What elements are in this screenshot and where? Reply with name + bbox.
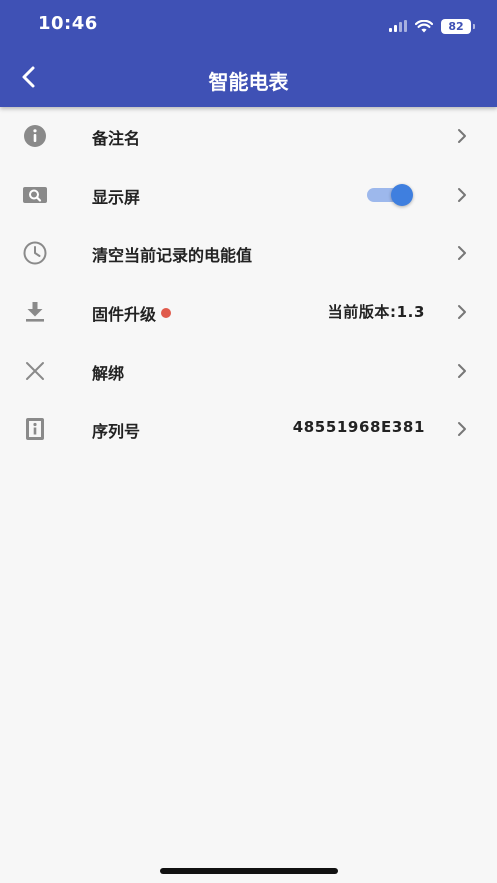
info-icon: [24, 125, 46, 147]
row-serial-number[interactable]: 序列号 48551968E381: [0, 400, 497, 459]
download-icon: [26, 302, 44, 322]
chevron-right-icon: [458, 129, 466, 143]
status-bar: 10:46 82: [0, 0, 497, 50]
screen-search-icon: [23, 186, 47, 203]
chevron-right-icon: [458, 363, 466, 378]
home-indicator[interactable]: [160, 868, 338, 874]
row-remark-name[interactable]: 备注名: [0, 107, 497, 166]
toggle-thumb: [391, 183, 413, 206]
clock-icon: [23, 241, 47, 265]
page-title: 智能电表: [208, 70, 289, 94]
row-label: 固件升级: [92, 301, 172, 325]
update-badge: [161, 308, 172, 319]
chevron-right-icon: [458, 305, 466, 320]
row-firmware-upgrade[interactable]: 固件升级 当前版本:1.3: [0, 283, 497, 342]
navigation-bar: 智能电表: [0, 50, 497, 107]
row-label: 备注名: [92, 129, 141, 148]
battery-indicator: 82: [441, 18, 475, 34]
row-label: 解绑: [92, 363, 125, 383]
cellular-signal-icon: [389, 20, 407, 32]
row-label: 序列号: [92, 422, 141, 442]
close-icon: [26, 361, 44, 380]
row-label: 显示屏: [92, 187, 141, 207]
wifi-icon: [415, 19, 433, 32]
display-toggle[interactable]: [367, 183, 413, 206]
row-label: 清空当前记录的电能值: [92, 246, 253, 266]
chevron-right-icon: [458, 246, 466, 261]
serial-number-value: 48551968E381: [292, 418, 425, 437]
row-unbind[interactable]: 解绑: [0, 342, 497, 401]
top-app-bar: 10:46 82 智能电表: [0, 0, 497, 107]
status-time: 10:46: [38, 13, 98, 34]
chevron-right-icon: [458, 187, 466, 202]
row-clear-energy[interactable]: 清空当前记录的电能值: [0, 224, 497, 283]
settings-list: 备注名 显示屏 清空当前记录的电能值 固件升级 当前版本:1.3 解绑 序列号 …: [0, 107, 497, 459]
chevron-right-icon: [458, 422, 466, 437]
info-box-icon: [26, 418, 44, 441]
row-display-screen[interactable]: 显示屏: [0, 166, 497, 225]
status-icons: 82: [389, 16, 475, 36]
firmware-version: 当前版本:1.3: [327, 303, 425, 322]
